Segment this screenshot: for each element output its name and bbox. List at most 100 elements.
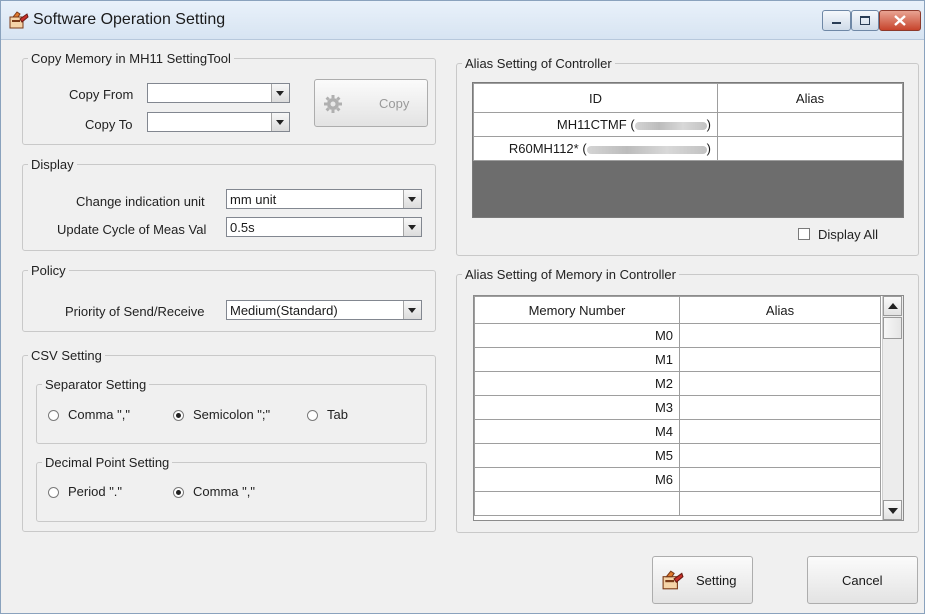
unit-label: Change indication unit xyxy=(76,194,205,209)
table-row[interactable]: M3 xyxy=(474,395,881,420)
priority-label: Priority of Send/Receive xyxy=(65,304,205,319)
decimal-legend: Decimal Point Setting xyxy=(45,455,170,470)
memory-number-cell: M6 xyxy=(474,467,680,492)
minimize-button[interactable] xyxy=(822,10,851,31)
decimal-period-label[interactable]: Period "." xyxy=(68,484,122,499)
memory-number-cell: M3 xyxy=(474,395,680,420)
separator-semicolon-radio[interactable] xyxy=(173,410,184,421)
chevron-up-icon xyxy=(888,303,898,309)
cancel-button[interactable]: Cancel xyxy=(807,556,918,604)
display-legend: Display xyxy=(31,157,74,172)
memory-scrollbar[interactable] xyxy=(882,296,903,520)
controller-id-header: ID xyxy=(473,83,718,113)
copy-button[interactable]: Copy xyxy=(314,79,428,127)
window-title: Software Operation Setting xyxy=(33,11,226,28)
copy-from-select[interactable] xyxy=(147,83,290,103)
cancel-button-label: Cancel xyxy=(842,573,883,588)
memory-table-frame: Memory Number Alias M0 M1 M2 M3 M4 M5 M6 xyxy=(473,295,904,521)
controller-alias-table: ID Alias MH11CTMF () R60MH112* () xyxy=(473,83,903,161)
display-all-label[interactable]: Display All xyxy=(818,227,878,242)
copy-to-label: Copy To xyxy=(85,117,133,132)
table-row[interactable]: M4 xyxy=(474,419,881,444)
settings-hand-icon xyxy=(662,570,684,590)
title-bar[interactable]: Software Operation Setting xyxy=(1,1,924,40)
controller-id-cell: R60MH112* () xyxy=(473,136,718,161)
memory-number-cell: M2 xyxy=(474,371,680,396)
memory-number-header: Memory Number xyxy=(474,296,680,324)
separator-comma-radio[interactable] xyxy=(48,410,59,421)
scroll-thumb[interactable] xyxy=(883,317,902,339)
settings-hand-icon xyxy=(9,11,29,29)
maximize-button[interactable] xyxy=(851,10,879,31)
table-row[interactable]: M2 xyxy=(474,371,881,396)
table-row[interactable]: M0 xyxy=(474,323,881,348)
memory-number-cell: M1 xyxy=(474,347,680,372)
gear-icon xyxy=(324,95,342,113)
memory-alias-cell[interactable] xyxy=(679,467,881,492)
main-window: Software Operation Setting Copy Memory i… xyxy=(0,0,925,614)
csv-legend: CSV Setting xyxy=(31,348,102,363)
minimize-icon xyxy=(832,22,841,24)
setting-button-label: Setting xyxy=(696,573,737,588)
table-row[interactable]: R60MH112* () xyxy=(473,136,903,161)
memory-alias-cell[interactable] xyxy=(679,419,881,444)
unit-value: mm unit xyxy=(230,192,277,207)
memory-alias-cell[interactable] xyxy=(679,443,881,468)
maximize-icon xyxy=(860,16,870,25)
policy-group: Policy xyxy=(22,263,436,332)
display-all-checkbox[interactable] xyxy=(798,228,810,240)
controller-id-prefix: R60MH112* ( xyxy=(508,141,587,156)
copy-to-select[interactable] xyxy=(147,112,290,132)
decimal-comma-radio[interactable] xyxy=(173,487,184,498)
separator-tab-radio[interactable] xyxy=(307,410,318,421)
memory-alias-cell[interactable] xyxy=(679,371,881,396)
memory-alias-cell[interactable] xyxy=(679,347,881,372)
chevron-down-icon[interactable] xyxy=(271,84,289,102)
memory-number-cell: M5 xyxy=(474,443,680,468)
table-row[interactable] xyxy=(474,491,881,516)
memory-alias-cell[interactable] xyxy=(679,323,881,348)
table-row[interactable]: M6 xyxy=(474,467,881,492)
table-row[interactable]: M1 xyxy=(474,347,881,372)
cycle-label: Update Cycle of Meas Val xyxy=(57,222,207,237)
alias-memory-legend: Alias Setting of Memory in Controller xyxy=(465,267,676,282)
decimal-comma-label[interactable]: Comma "," xyxy=(193,484,255,499)
setting-button[interactable]: Setting xyxy=(652,556,753,604)
controller-id-suffix: ) xyxy=(706,117,711,132)
copy-from-label: Copy From xyxy=(69,87,134,102)
controller-alias-cell[interactable] xyxy=(717,136,903,161)
close-button[interactable] xyxy=(879,10,921,31)
priority-select[interactable]: Medium(Standard) xyxy=(226,300,422,320)
controller-alias-cell[interactable] xyxy=(717,112,903,137)
policy-legend: Policy xyxy=(31,263,66,278)
memory-alias-cell[interactable] xyxy=(679,395,881,420)
chevron-down-icon[interactable] xyxy=(403,301,421,319)
table-row[interactable]: M5 xyxy=(474,443,881,468)
memory-alias-table: Memory Number Alias M0 M1 M2 M3 M4 M5 M6 xyxy=(474,296,881,516)
table-row[interactable]: MH11CTMF () xyxy=(473,112,903,137)
cycle-value: 0.5s xyxy=(230,220,255,235)
chevron-down-icon[interactable] xyxy=(403,190,421,208)
scroll-up-button[interactable] xyxy=(883,296,902,316)
separator-tab-label[interactable]: Tab xyxy=(327,407,348,422)
copy-memory-legend: Copy Memory in MH11 SettingTool xyxy=(31,51,231,66)
separator-semicolon-label[interactable]: Semicolon ";" xyxy=(193,407,270,422)
controller-id-prefix: MH11CTMF ( xyxy=(556,117,635,132)
chevron-down-icon xyxy=(888,508,898,514)
unit-select[interactable]: mm unit xyxy=(226,189,422,209)
copy-button-label: Copy xyxy=(379,96,410,111)
cycle-select[interactable]: 0.5s xyxy=(226,217,422,237)
decimal-period-radio[interactable] xyxy=(48,487,59,498)
redacted-serial xyxy=(634,121,707,130)
separator-comma-label[interactable]: Comma "," xyxy=(68,407,130,422)
priority-value: Medium(Standard) xyxy=(230,303,338,318)
scroll-down-button[interactable] xyxy=(883,500,902,520)
controller-id-suffix: ) xyxy=(706,141,711,156)
memory-number-cell: M4 xyxy=(474,419,680,444)
controller-id-cell: MH11CTMF () xyxy=(473,112,718,137)
close-icon xyxy=(894,15,906,26)
alias-controller-legend: Alias Setting of Controller xyxy=(465,56,612,71)
chevron-down-icon[interactable] xyxy=(403,218,421,236)
controller-alias-header: Alias xyxy=(717,83,903,113)
chevron-down-icon[interactable] xyxy=(271,113,289,131)
